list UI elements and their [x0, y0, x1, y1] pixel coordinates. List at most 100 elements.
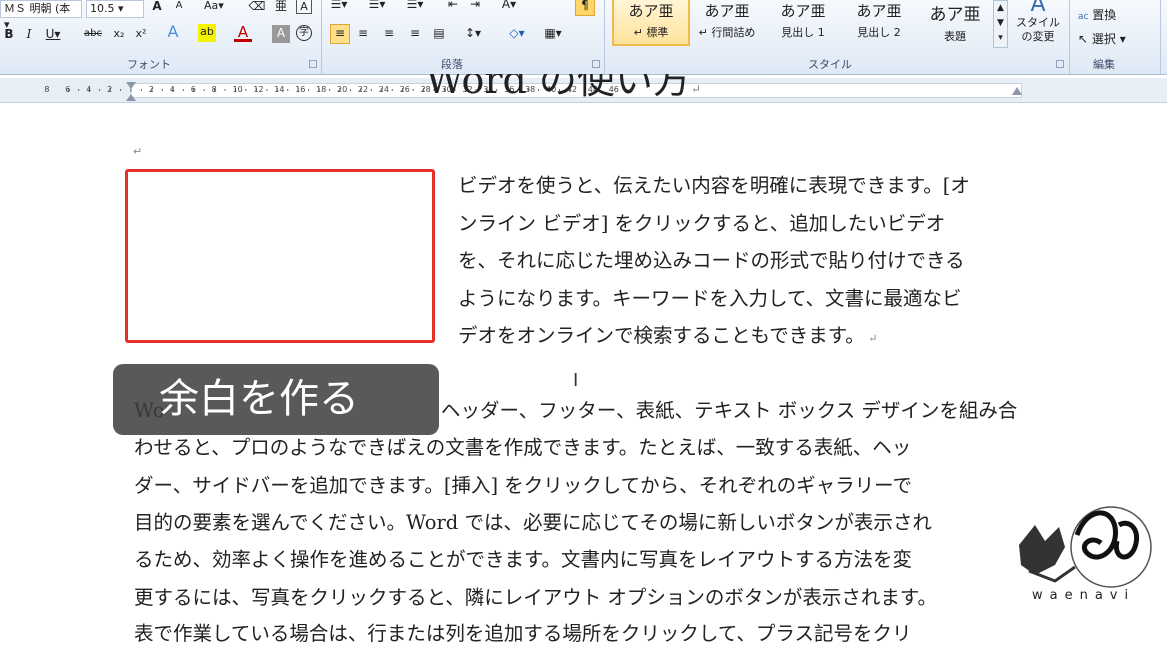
shading-icon[interactable]: ◇▾ [508, 25, 526, 43]
text-line: デオをオンラインで検索することもできます。 ↵ [458, 324, 878, 347]
text-line: 表で作業している場合は、行または列を追加する場所をクリックして、プラス記号をクリ [134, 622, 912, 645]
text-line: ヘッダー、フッター、表紙、テキスト ボックス デザインを組み合 [441, 399, 1018, 422]
font-size-value: 10.5 [90, 2, 115, 15]
ruler-number: 20 [337, 85, 348, 94]
text-line: ようになります。キーワードを入力して、文書に最適なビ [458, 287, 962, 310]
text-line: を、それに応じた埋め込みコードの形式で貼り付けできる [458, 249, 965, 272]
paragraph-dialog-launcher-icon[interactable] [592, 60, 600, 68]
clear-format-icon[interactable]: ⌫ [248, 0, 266, 16]
font-dialog-launcher-icon[interactable] [309, 60, 317, 68]
align-center-button[interactable]: ≡ [354, 25, 372, 43]
style-name: 見出し 1 [781, 26, 825, 39]
styles-group-label: スタイル [808, 58, 852, 71]
ruler-number: 24 [378, 85, 389, 94]
distribute-button[interactable]: ▤ [430, 25, 448, 43]
ribbon: ＭＳ 明朝 (本 ▾ 10.5 ▾ A A Aa▾ ⌫ 亜 A B I U▾ a… [0, 0, 1167, 75]
style-heading-2[interactable]: あア亜 見出し 2 [842, 0, 916, 45]
numbering-icon[interactable]: ☰▾ [368, 0, 386, 14]
style-name: ↵ 行間詰め [698, 26, 756, 39]
align-right-button[interactable]: ≡ [380, 25, 398, 43]
font-name-value: ＭＳ 明朝 (本 [4, 2, 71, 15]
grow-font-button[interactable]: A [148, 0, 166, 16]
ruler-number: 18 [316, 85, 327, 94]
style-no-spacing[interactable]: あア亜 ↵ 行間詰め [690, 0, 764, 45]
text-effects-icon[interactable]: A [164, 24, 182, 42]
italic-button[interactable]: I [20, 26, 38, 44]
caption-overlay: 余白を作る [113, 364, 439, 435]
paragraph-mark: ↵ [133, 145, 143, 158]
ribbon-separator [1160, 0, 1161, 74]
font-size-combo[interactable]: 10.5 ▾ [86, 0, 144, 18]
enclose-char-icon[interactable]: 字 [296, 25, 312, 41]
ruler-number: 26 [399, 85, 410, 94]
style-gallery-scroll[interactable]: ▲ ▼ ▾ [993, 0, 1008, 48]
style-preview: あア亜 [856, 2, 902, 20]
shrink-font-button[interactable]: A [170, 0, 188, 16]
change-styles-button[interactable]: A スタイルの変更 [1014, 0, 1062, 44]
style-preview: あア亜 [929, 5, 981, 25]
text-line: 目的の要素を選んでください。Word では、必要に応じてその場に新しいボタンが表… [134, 511, 932, 534]
style-preview: あア亜 [628, 2, 674, 20]
change-case-button[interactable]: Aa▾ [204, 0, 224, 16]
show-marks-icon[interactable]: ¶ [575, 0, 595, 16]
ruler-number: 4 [86, 85, 92, 94]
phonetic-guide-icon[interactable]: 亜 [272, 0, 290, 16]
highlight-rectangle [125, 169, 435, 343]
ruler-number: 6 [190, 85, 196, 94]
document-title: Word の使い方↵ [425, 74, 701, 102]
text-line: 更するには、写真をクリックすると、隣にレイアウト オプションのボタンが表示されま… [134, 586, 937, 609]
select-button[interactable]: ↖ 選択 ▾ [1078, 31, 1126, 47]
superscript-button[interactable]: x² [132, 26, 150, 44]
ribbon-separator [1069, 0, 1070, 74]
strikethrough-button[interactable]: abc [80, 26, 106, 44]
multilevel-list-icon[interactable]: ☰▾ [406, 0, 424, 14]
first-line-indent-marker[interactable] [126, 82, 136, 89]
text-line: ダー、サイドバーを追加できます。[挿入] をクリックしてから、それぞれのギャラリ… [134, 474, 913, 497]
font-name-combo[interactable]: ＭＳ 明朝 (本 ▾ [0, 0, 82, 31]
ruler-number: 8 [44, 85, 50, 94]
line-spacing-icon[interactable]: ↕▾ [464, 25, 482, 43]
align-left-button[interactable]: ≡ [330, 24, 350, 44]
increase-indent-icon[interactable]: ⇥ [466, 0, 484, 14]
decrease-indent-icon[interactable]: ⇤ [444, 0, 462, 14]
bullets-icon[interactable]: ☰▾ [330, 0, 348, 14]
ruler-number: 6 [65, 85, 71, 94]
justify-button[interactable]: ≡ [406, 25, 424, 43]
highlight-icon[interactable]: ab [198, 24, 216, 42]
editing-group-label: 編集 [1093, 58, 1115, 71]
ruler-number: 14 [274, 85, 285, 94]
bold-button[interactable]: B [0, 26, 18, 44]
select-label: 選択 [1091, 32, 1116, 46]
text-cursor-icon: I [573, 370, 579, 391]
style-name: 見出し 2 [857, 26, 901, 39]
style-title[interactable]: あア亜 表題 [918, 0, 992, 45]
char-border-icon[interactable]: A [296, 0, 312, 14]
style-heading-1[interactable]: あア亜 見出し 1 [766, 0, 840, 45]
text-line: ビデオを使うと、伝えたい内容を明確に表現できます。[オ [458, 174, 970, 197]
paragraph-group-label: 段落 [441, 58, 463, 71]
replace-label: 置換 [1092, 8, 1117, 22]
style-name: 表題 [944, 30, 966, 43]
style-normal[interactable]: あア亜 ↵ 標準 [612, 0, 690, 46]
ruler-number: 10 [232, 85, 243, 94]
underline-button[interactable]: U▾ [44, 26, 62, 44]
hanging-indent-marker[interactable] [126, 94, 136, 101]
subscript-button[interactable]: x₂ [110, 26, 128, 44]
replace-icon: ac [1078, 12, 1089, 22]
font-color-icon[interactable]: A [234, 24, 252, 42]
asian-layout-icon[interactable]: A▾ [500, 0, 518, 14]
styles-dialog-launcher-icon[interactable] [1056, 60, 1064, 68]
replace-button[interactable]: ac 置換 [1078, 7, 1116, 25]
borders-icon[interactable]: ▦▾ [544, 25, 562, 43]
text-line: ンライン ビデオ] をクリックすると、追加したいビデオ [458, 212, 946, 235]
ribbon-separator [604, 0, 605, 74]
font-group-label: フォント [127, 58, 171, 71]
select-arrow-icon: ↖ [1078, 32, 1089, 46]
text-line: わせると、プロのようなできばえの文書を作成できます。たとえば、一致する表紙、ヘッ [134, 436, 912, 459]
right-indent-marker[interactable] [1012, 87, 1022, 95]
ruler-number: 22 [357, 85, 369, 94]
waenavi-logo-text: waenavi [1032, 588, 1136, 603]
char-shading-icon[interactable]: A [272, 25, 290, 43]
style-preview: あア亜 [780, 2, 826, 20]
ruler-number: 8 [211, 85, 217, 94]
